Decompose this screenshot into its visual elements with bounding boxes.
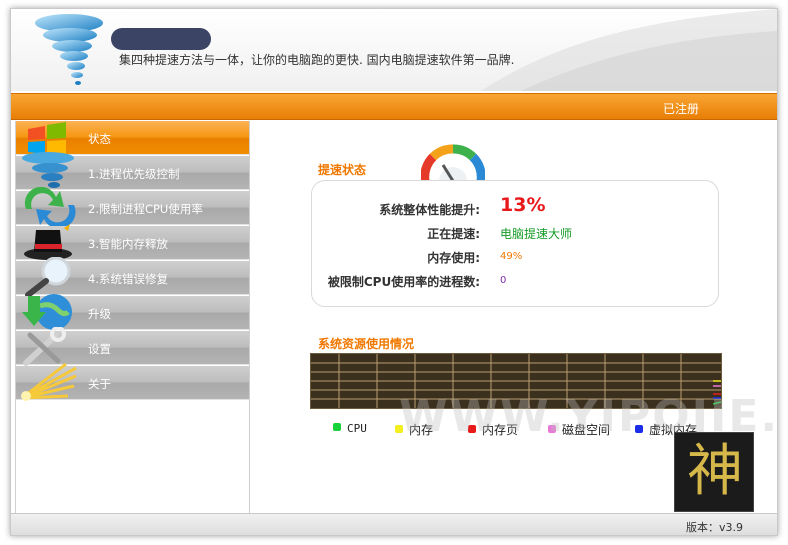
magnifier-icon [25, 257, 71, 297]
sidebar: 状态 1.进程优先级控制 2.限制进程CPU使用率 3.智能内存释放 4.系统错… [15, 121, 250, 513]
nav-label: 4.系统错误修复 [88, 272, 168, 286]
nav-item-error-repair[interactable]: 4.系统错误修复 [16, 257, 249, 297]
nav-item-upgrade[interactable]: 升级 [16, 294, 249, 330]
status-bar: 已注册 [11, 93, 777, 120]
nav-item-process-priority[interactable]: 1.进程优先级控制 [16, 152, 249, 190]
speed-status-title: 提速状态 [318, 163, 367, 177]
header-swoosh-decoration [481, 9, 777, 91]
slogan-text: 集四种提速方法与一体，让你的电脑跑的更快. 国内电脑提速软件第一品牌. [119, 53, 515, 67]
legend-swatch [333, 423, 341, 431]
nav-label: 设置 [88, 342, 111, 356]
nav-label: 状态 [88, 132, 111, 146]
version-label: 版本：v3.9 [685, 521, 743, 534]
tornado-logo-icon [35, 14, 103, 85]
memory-usage-value: 49% [500, 251, 523, 262]
nav-item-limit-cpu[interactable]: 2.限制进程CPU使用率 [16, 187, 249, 227]
tools-icon [23, 327, 66, 366]
nav-item-memory-release[interactable]: 3.智能内存释放 [16, 224, 249, 260]
light-burst-icon [21, 362, 77, 401]
magic-hat-icon [24, 224, 72, 260]
nav-label: 3.智能内存释放 [88, 237, 168, 251]
nav-label: 升级 [88, 307, 111, 321]
windows-flag-icon [28, 122, 66, 156]
brand-name-redacted [111, 28, 211, 50]
perf-boost-value: 13% [500, 194, 546, 216]
memory-usage-label: 内存使用: [427, 251, 480, 265]
limited-process-count-label: 被限制CPU使用率的进程数: [327, 275, 480, 289]
nav-label: 1.进程优先级控制 [88, 167, 180, 181]
header-banner: 集四种提速方法与一体，让你的电脑跑的更快. 国内电脑提速软件第一品牌. [11, 9, 777, 91]
perf-boost-label: 系统整体性能提升: [379, 203, 480, 217]
nav-item-status[interactable]: 状态 [16, 121, 249, 156]
shen-glyph: 神 [687, 439, 743, 504]
nav-label: 关于 [88, 377, 111, 391]
nav-label: 2.限制进程CPU使用率 [88, 202, 203, 216]
nav-item-settings[interactable]: 设置 [16, 327, 249, 366]
app-window: 集四种提速方法与一体，让你的电脑跑的更快. 国内电脑提速软件第一品牌. 已注册 … [10, 8, 778, 536]
nav-item-about[interactable]: 关于 [16, 362, 249, 401]
registered-label: 已注册 [662, 102, 699, 116]
shen-badge: 神 [674, 432, 754, 512]
resource-usage-title: 系统资源使用情况 [318, 337, 415, 351]
accelerating-value: 电脑提速大师 [500, 227, 573, 241]
legend-cpu: CPU [333, 421, 367, 435]
footer-bar: 版本：v3.9 [11, 513, 777, 535]
globe-download-icon [22, 294, 72, 330]
limited-process-count-value: 0 [500, 275, 507, 286]
status-panel: 系统整体性能提升: 13% 正在提速: 电脑提速大师 内存使用: 49% 被限制… [311, 180, 719, 307]
refresh-arrows-icon [24, 187, 76, 227]
speed-gauge-icon [421, 144, 485, 183]
tornado-icon [22, 152, 74, 188]
accelerating-label: 正在提速: [427, 227, 480, 241]
